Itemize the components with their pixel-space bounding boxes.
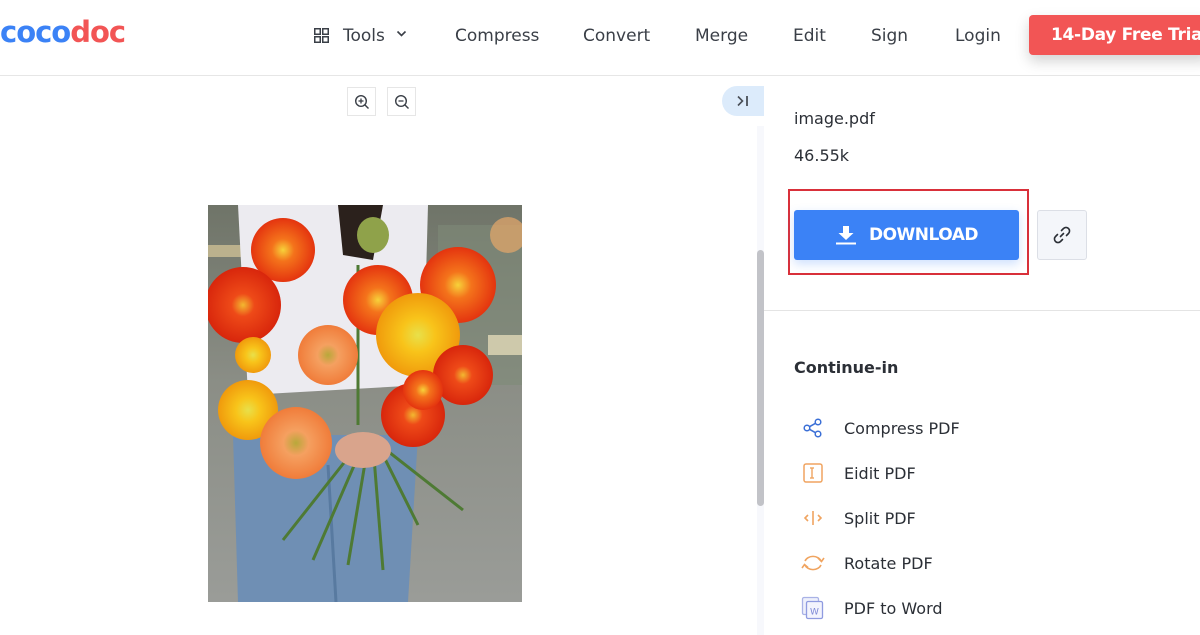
continue-edit-pdf[interactable]: Eidit PDF [800, 458, 916, 488]
top-header: cocodoc Tools Compress Convert Merge Edi… [0, 0, 1200, 76]
continue-item-label: Split PDF [844, 508, 916, 528]
logo-text-coco: coco [0, 15, 71, 49]
continue-rotate-pdf[interactable]: Rotate PDF [800, 548, 933, 578]
download-button[interactable]: DOWNLOAD [794, 210, 1019, 260]
word-doc-icon: W [801, 596, 824, 620]
share-nodes-icon [803, 418, 822, 438]
continue-split-pdf[interactable]: Split PDF [800, 503, 916, 533]
flower-bouquet-photo [208, 205, 522, 602]
nav-compress[interactable]: Compress [455, 24, 539, 48]
grid-icon[interactable] [314, 28, 329, 43]
continue-pdf-to-word[interactable]: W PDF to Word [800, 593, 943, 623]
continue-compress-pdf[interactable]: Compress PDF [800, 413, 960, 443]
svg-text:W: W [810, 608, 819, 618]
continue-item-label: Rotate PDF [844, 553, 933, 573]
nav-login[interactable]: Login [955, 24, 1001, 48]
link-icon [1053, 226, 1071, 244]
rotate-icon [801, 555, 825, 571]
text-cursor-box-icon [803, 463, 823, 483]
continue-item-label: Eidit PDF [844, 463, 916, 483]
file-name: image.pdf [794, 109, 875, 128]
nav-edit[interactable]: Edit [793, 24, 826, 48]
logo-text-doc: doc [70, 15, 126, 49]
collapse-panel-icon [737, 95, 748, 107]
viewer-scrollbar-thumb[interactable] [757, 250, 764, 506]
split-arrows-icon [803, 511, 823, 525]
collapse-panel-button[interactable] [722, 86, 764, 116]
continue-in-heading: Continue-in [794, 358, 899, 377]
copy-link-button[interactable] [1037, 210, 1087, 260]
pdf-page-image [208, 205, 522, 602]
zoom-out-icon [394, 94, 409, 109]
file-size: 46.55k [794, 146, 850, 165]
zoom-out-button[interactable] [387, 87, 416, 116]
download-button-label: DOWNLOAD [868, 225, 979, 245]
nav-merge[interactable]: Merge [695, 24, 748, 48]
zoom-in-icon [354, 94, 369, 109]
download-icon [835, 226, 856, 245]
nav-convert[interactable]: Convert [583, 24, 650, 48]
continue-item-label: PDF to Word [844, 598, 943, 618]
continue-item-label: Compress PDF [844, 418, 960, 438]
free-trial-button[interactable]: 14-Day Free Trial [1029, 15, 1200, 55]
cocodoc-logo[interactable]: cocodoc [0, 14, 126, 50]
nav-tools[interactable]: Tools [343, 24, 385, 48]
sidebar-divider [764, 310, 1200, 311]
nav-sign[interactable]: Sign [871, 24, 908, 48]
zoom-in-button[interactable] [347, 87, 376, 116]
chevron-down-icon[interactable] [396, 30, 407, 38]
